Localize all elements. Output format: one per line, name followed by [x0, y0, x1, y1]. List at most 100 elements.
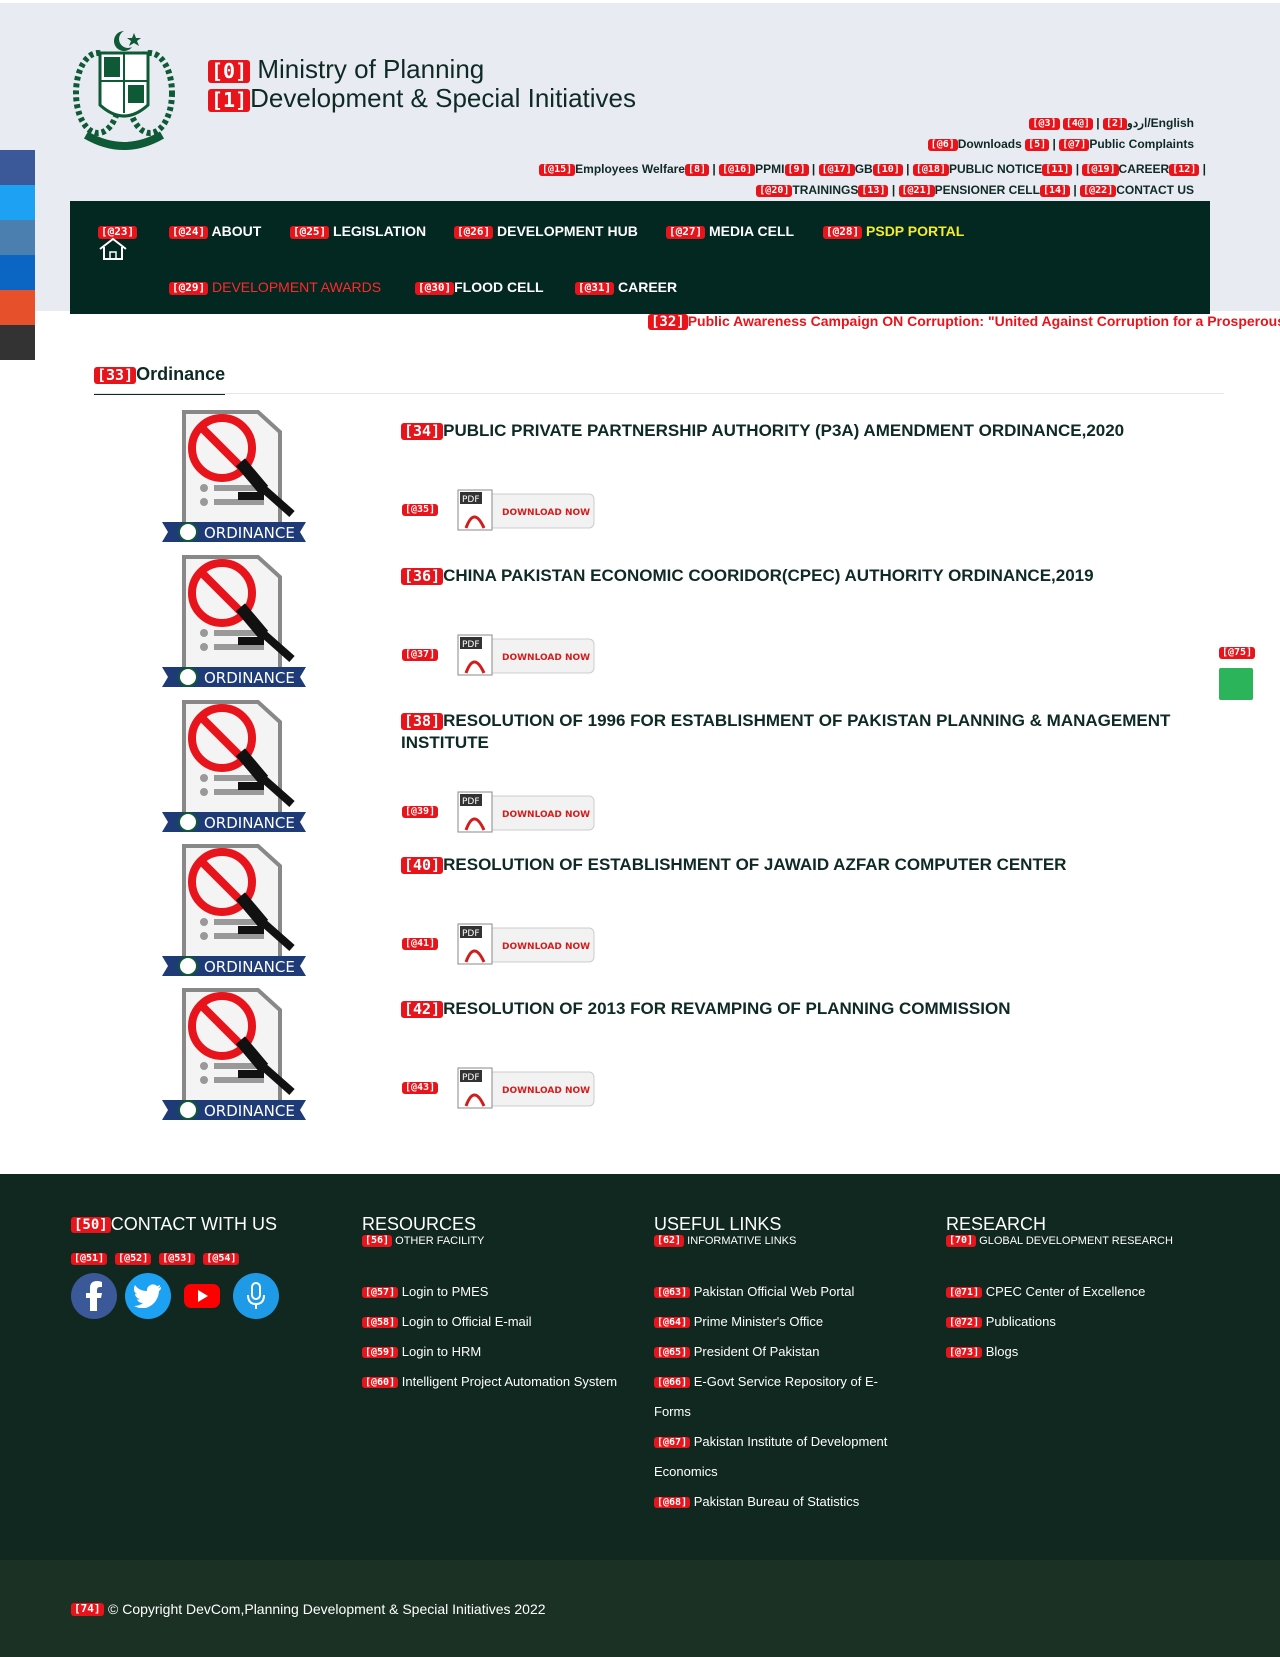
ordinance-document-icon: ORDINANCE	[162, 844, 306, 976]
tag-label: [0]	[208, 59, 251, 83]
footer-link-label: Pakistan Official Web Portal	[693, 1284, 855, 1299]
tag-label: [@27]	[666, 225, 706, 239]
document-title[interactable]: [34] PUBLIC PRIVATE PARTNERSHIP AUTHORITY…	[401, 420, 1221, 442]
contact-us-link[interactable]: CONTACT US	[1116, 183, 1194, 197]
footer-link[interactable]: [@57] Login to PMES	[362, 1277, 617, 1307]
footer-link[interactable]: [@67] Pakistan Institute of Development …	[654, 1427, 904, 1487]
document-title[interactable]: [42] RESOLUTION OF 2013 FOR REVAMPING OF …	[401, 998, 1221, 1020]
nav-legislation[interactable]: [@25] LEGISLATION	[290, 223, 426, 239]
gb-link[interactable]: GB	[855, 162, 873, 176]
nav-about[interactable]: [@24] ABOUT	[169, 223, 261, 239]
site-title-line1[interactable]: Ministry of Planning	[257, 54, 484, 84]
footer-link-label: Intelligent Project Automation System	[401, 1374, 618, 1389]
share-icon[interactable]	[0, 255, 35, 290]
document-title-text: RESOLUTION OF ESTABLISHMENT OF JAWAID AZ…	[443, 855, 1067, 874]
employees-welfare-link[interactable]: Employees Welfare	[575, 162, 685, 176]
state-emblem-logo[interactable]	[68, 23, 180, 155]
download-label: DOWNLOAD NOW	[502, 508, 590, 518]
tag-label: [@39]	[402, 806, 439, 818]
footer-link[interactable]: [@60] Intelligent Project Automation Sys…	[362, 1367, 617, 1397]
footer-link[interactable]: [@68] Pakistan Bureau of Statistics	[654, 1487, 904, 1517]
podcast-microphone-icon[interactable]	[233, 1272, 279, 1319]
career-link[interactable]: CAREER	[1119, 162, 1170, 176]
footer-useful-links: USEFUL LINKS [62] INFORMATIVE LINKS [@63…	[654, 1214, 904, 1517]
ticker-text: Public Awareness Campaign ON Corruption:…	[687, 313, 1280, 329]
tag-label: [42]	[401, 1000, 444, 1019]
linkedin-share-icon[interactable]	[0, 220, 35, 255]
pdf-label: PDF	[462, 1073, 480, 1083]
document-title[interactable]: [36] CHINA PAKISTAN ECONOMIC COORIDOR(CPE…	[401, 565, 1221, 587]
footer-resources: RESOURCES [56] OTHER FACILITY [@57] Logi…	[362, 1214, 617, 1397]
home-icon[interactable]	[97, 237, 129, 261]
tag-label[interactable]: [5]	[1025, 139, 1050, 151]
document-title-text: RESOLUTION OF 1996 FOR ESTABLISHMENT OF …	[401, 711, 1171, 752]
tag-label: [38]	[401, 712, 444, 731]
more-share-icon[interactable]	[0, 325, 35, 360]
footer-link[interactable]: [@71] CPEC Center of Excellence	[946, 1277, 1173, 1307]
tag-label: [@18]	[912, 164, 949, 176]
nav-media-cell[interactable]: [@27] MEDIA CELL	[666, 223, 794, 239]
nav-development-hub[interactable]: [@26] DEVELOPMENT HUB	[454, 223, 638, 239]
footer-link[interactable]: [@73] Blogs	[946, 1337, 1173, 1367]
tag-label: [10]	[872, 164, 903, 176]
twitter-share-icon[interactable]	[0, 185, 35, 220]
nav-development-awards[interactable]: [@29] DEVELOPMENT AWARDS	[169, 279, 381, 295]
side-share-bar	[0, 150, 35, 360]
youtube-icon[interactable]	[179, 1272, 225, 1319]
downloads-link[interactable]: Downloads	[958, 137, 1022, 151]
news-ticker[interactable]: [32] Public Awareness Campaign ON Corrupt…	[648, 313, 1280, 331]
footer-link[interactable]: [@65] President Of Pakistan	[654, 1337, 904, 1367]
footer-link[interactable]: [@63] Pakistan Official Web Portal	[654, 1277, 904, 1307]
nav-flood-cell[interactable]: [@30] FLOOD CELL	[415, 279, 544, 295]
download-row: [@37] PDF DOWNLOAD NOW	[402, 633, 596, 677]
tag-label[interactable]: [@3]	[1029, 118, 1060, 130]
document-title[interactable]: [38] RESOLUTION OF 1996 FOR ESTABLISHMENT…	[401, 710, 1221, 754]
tag-label: [@29]	[169, 281, 209, 295]
footer-link-list: [@57] Login to PMES [@58] Login to Offici…	[362, 1277, 617, 1397]
tag-label: [@75]	[1219, 647, 1256, 659]
pdf-label: PDF	[462, 929, 480, 939]
language-switcher: [@3] [4@] | [2] اردو/English	[1029, 116, 1194, 130]
pensioner-cell-link[interactable]: PENSIONER CELL	[935, 183, 1040, 197]
download-row: [@35] PDF DOWNLOAD NOW	[402, 488, 596, 532]
tag-label[interactable]: [4@]	[1062, 118, 1093, 130]
footer-link[interactable]: [@72] Publications	[946, 1307, 1173, 1337]
document-item: ORDINANCE [40] RESOLUTION OF ESTABLISHMEN…	[0, 844, 1280, 984]
footer-link[interactable]: [@66] E-Govt Service Repository of E-For…	[654, 1367, 904, 1427]
nav-label: PSDP PORTAL	[866, 223, 965, 239]
nav-psdp-portal[interactable]: [@28] PSDP PORTAL	[823, 223, 964, 239]
twitter-icon[interactable]	[125, 1272, 171, 1319]
footer-link[interactable]: [@59] Login to HRM	[362, 1337, 617, 1367]
site-title-line2[interactable]: Development & Special Initiatives	[250, 83, 636, 113]
scroll-top-button[interactable]	[1219, 668, 1253, 700]
nav-career[interactable]: [@31] CAREER	[575, 279, 677, 295]
download-now-button[interactable]: PDF DOWNLOAD NOW	[456, 922, 596, 966]
document-title-text: CHINA PAKISTAN ECONOMIC COORIDOR(CPEC) A…	[443, 566, 1094, 585]
ordinance-label: ORDINANCE	[204, 524, 295, 542]
document-title-text: RESOLUTION OF 2013 FOR REVAMPING OF PLAN…	[443, 999, 1011, 1018]
facebook-share-icon[interactable]	[0, 150, 35, 185]
footer-link[interactable]: [@58] Login to Official E-mail	[362, 1307, 617, 1337]
public-complaints-link[interactable]: Public Complaints	[1089, 137, 1194, 151]
email-share-icon[interactable]	[0, 290, 35, 325]
download-now-button[interactable]: PDF DOWNLOAD NOW	[456, 790, 596, 834]
footer-link[interactable]: [@64] Prime Minister's Office	[654, 1307, 904, 1337]
public-notice-link[interactable]: PUBLIC NOTICE	[949, 162, 1042, 176]
footer-subheading: OTHER FACILITY	[395, 1235, 485, 1247]
language-link[interactable]: اردو/English	[1127, 116, 1194, 130]
trainings-link[interactable]: TRAININGS	[792, 183, 858, 197]
ppmi-link[interactable]: PPMI	[755, 162, 784, 176]
tag-label: [@63]	[654, 1286, 691, 1299]
footer-heading: USEFUL LINKS	[654, 1214, 782, 1234]
download-now-button[interactable]: PDF DOWNLOAD NOW	[456, 1066, 596, 1110]
pdf-label: PDF	[462, 495, 480, 505]
tag-label: [@6]	[927, 139, 958, 151]
facebook-icon[interactable]	[71, 1272, 117, 1319]
tag-label: [50]	[71, 1217, 111, 1234]
document-item: ORDINANCE [38] RESOLUTION OF 1996 FOR EST…	[0, 700, 1280, 840]
download-now-button[interactable]: PDF DOWNLOAD NOW	[456, 488, 596, 532]
tag-label: [@53]	[159, 1253, 196, 1265]
document-title[interactable]: [40] RESOLUTION OF ESTABLISHMENT OF JAWAI…	[401, 854, 1221, 876]
ordinance-label: ORDINANCE	[204, 669, 295, 687]
download-now-button[interactable]: PDF DOWNLOAD NOW	[456, 633, 596, 677]
